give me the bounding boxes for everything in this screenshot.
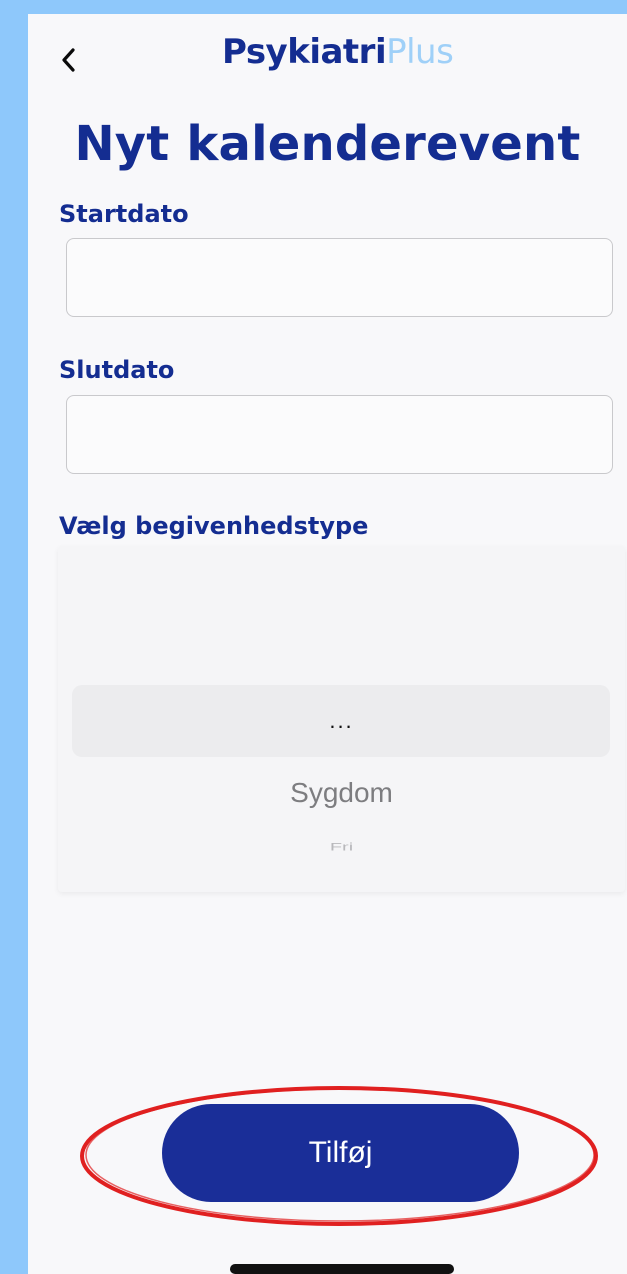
event-type-label: Vælg begivenhedstype (59, 512, 369, 540)
home-indicator[interactable] (230, 1264, 454, 1274)
chevron-left-icon (62, 48, 75, 72)
app-screen: PsykiatriPlus Nyt kalenderevent Startdat… (28, 14, 627, 1274)
add-button[interactable]: Tilføj (162, 1104, 519, 1202)
event-type-picker[interactable]: ... Sygdom Fri (58, 546, 625, 892)
logo-accent-text: Plus (386, 32, 454, 72)
picker-option-sygdom[interactable]: Sygdom (58, 776, 625, 810)
page-title: Nyt kalenderevent (74, 116, 581, 172)
end-date-input[interactable] (66, 395, 613, 474)
end-date-label: Slutdato (59, 356, 175, 384)
picker-option-fri[interactable]: Fri (58, 841, 625, 853)
logo-main-text: Psykiatri (222, 32, 387, 72)
start-date-label: Startdato (59, 200, 189, 228)
back-button[interactable] (52, 44, 84, 76)
start-date-input[interactable] (66, 238, 613, 317)
picker-option-selected[interactable]: ... (58, 706, 625, 736)
app-logo: PsykiatriPlus (222, 32, 454, 72)
